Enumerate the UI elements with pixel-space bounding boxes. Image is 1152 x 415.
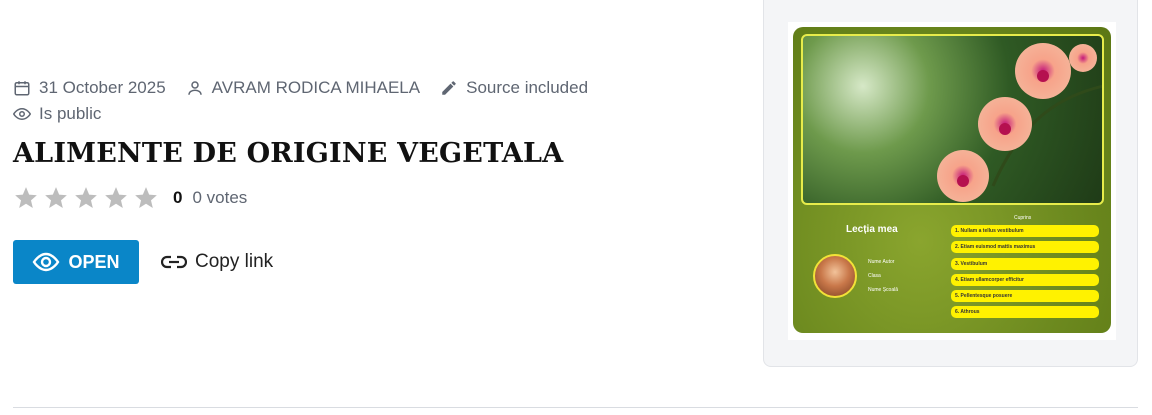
rating-value: 0 xyxy=(173,188,183,207)
action-bar: OPEN Copy link xyxy=(13,240,273,284)
author-line: Nume Autor xyxy=(868,259,895,265)
author-avatar xyxy=(813,254,857,298)
star-icon-2[interactable] xyxy=(43,185,69,211)
star-icon-1[interactable] xyxy=(13,185,39,211)
source-text: Source included xyxy=(466,78,589,97)
date-text: 31 October 2025 xyxy=(39,78,166,97)
author-lines: Nume Autor Clasa Nume Școală xyxy=(868,255,898,297)
star-icon-5[interactable] xyxy=(133,185,159,211)
user-icon xyxy=(187,81,202,95)
star-rating[interactable]: 0 0 votes xyxy=(13,185,247,211)
lesson-thumbnail[interactable]: Lecția mea Nume Autor Clasa Nume Școală … xyxy=(788,22,1116,340)
toc-heading: Cuprins xyxy=(1014,215,1032,221)
open-button-label: OPEN xyxy=(68,251,120,272)
class-line: Clasa xyxy=(868,273,881,279)
vote-count: 0 votes xyxy=(192,188,248,207)
copy-link-label: Copy link xyxy=(195,251,274,272)
link-icon xyxy=(161,255,187,269)
orchid-image xyxy=(937,43,1102,202)
toc-item: 6. Athrous xyxy=(951,306,1099,319)
copy-link-button[interactable]: Copy link xyxy=(161,251,273,273)
toc-item: 3. Vestibulum xyxy=(951,257,1099,270)
toc-item: 1. Nullam a tellus vestibulum xyxy=(951,225,1099,237)
author-meta[interactable]: AVRAM RODICA MIHAELA xyxy=(186,78,420,98)
star-icon-4[interactable] xyxy=(103,185,129,211)
orchid-photo xyxy=(801,34,1104,205)
eye-icon xyxy=(33,252,60,272)
slide-title: Lecția mea xyxy=(846,224,898,235)
visibility-meta: Is public xyxy=(13,104,101,124)
toc-item: 5. Pellentesque posuere xyxy=(951,290,1099,303)
toc-item: 2. Etiam euismod mattis maximus xyxy=(951,241,1099,254)
thumbnail-slide: Lecția mea Nume Autor Clasa Nume Școală … xyxy=(793,27,1111,333)
section-divider xyxy=(13,407,1138,408)
star-icon-3[interactable] xyxy=(73,185,99,211)
date-meta: 31 October 2025 xyxy=(13,78,166,98)
calendar-icon xyxy=(14,81,30,96)
school-line: Nume Școală xyxy=(868,287,899,293)
open-button[interactable]: OPEN xyxy=(13,240,139,284)
eye-icon xyxy=(13,107,31,121)
page-title: ALIMENTE DE ORIGINE VEGETALA xyxy=(13,138,564,169)
visibility-text: Is public xyxy=(39,104,102,123)
author-name[interactable]: AVRAM RODICA MIHAELA xyxy=(212,78,420,98)
toc-list: 1. Nullam a tellus vestibulum 2. Etiam e… xyxy=(951,225,1099,323)
resource-meta: 31 October 2025 AVRAM RODICA MIHAELA Sou… xyxy=(13,77,608,129)
source-meta: Source included xyxy=(440,78,588,98)
toc-item: 4. Etiam ullamcorper efficitur xyxy=(951,273,1099,286)
pencil-icon xyxy=(442,81,456,95)
